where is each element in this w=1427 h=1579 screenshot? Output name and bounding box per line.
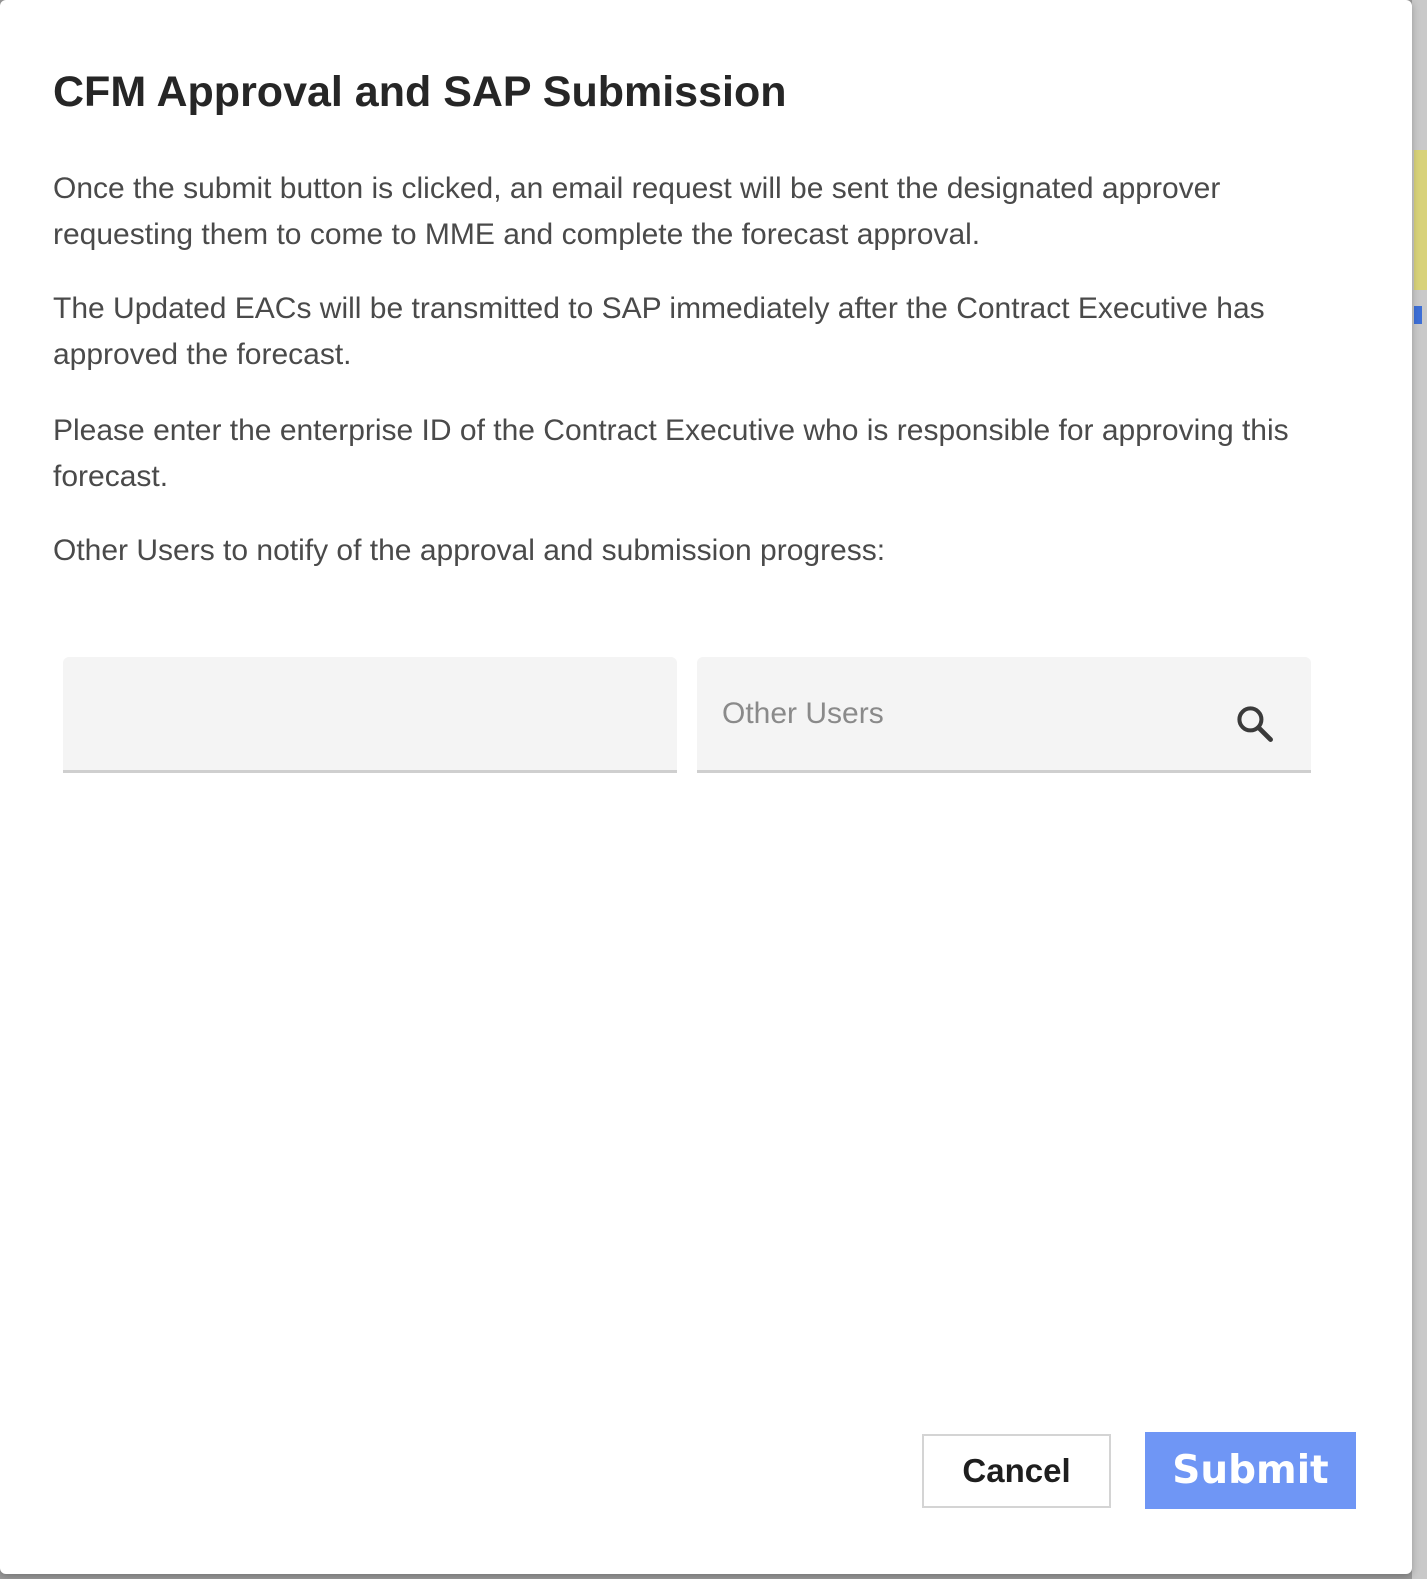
instructions-other-users: Other Users to notify of the approval an… <box>53 534 886 567</box>
background-page-marker <box>1414 306 1422 324</box>
dialog-title: CFM Approval and SAP Submission <box>53 68 787 116</box>
instructions-enter-approver-id: Please enter the enterprise ID of the Co… <box>53 414 1289 493</box>
approver-id-field <box>63 657 677 773</box>
instructions-email-request: Once the submit button is clicked, an em… <box>53 172 1221 251</box>
instructions-sap-transmission: The Updated EACs will be transmitted to … <box>53 292 1265 371</box>
approval-dialog: CFM Approval and SAP Submission Once the… <box>0 0 1412 1574</box>
other-users-input[interactable] <box>697 657 1311 770</box>
cancel-button[interactable]: Cancel <box>922 1434 1111 1508</box>
approver-id-input[interactable] <box>63 657 677 770</box>
other-users-field <box>697 657 1311 773</box>
search-icon[interactable] <box>1233 702 1277 746</box>
submit-button[interactable]: Submit <box>1145 1432 1356 1509</box>
background-page-highlight <box>1414 150 1427 290</box>
